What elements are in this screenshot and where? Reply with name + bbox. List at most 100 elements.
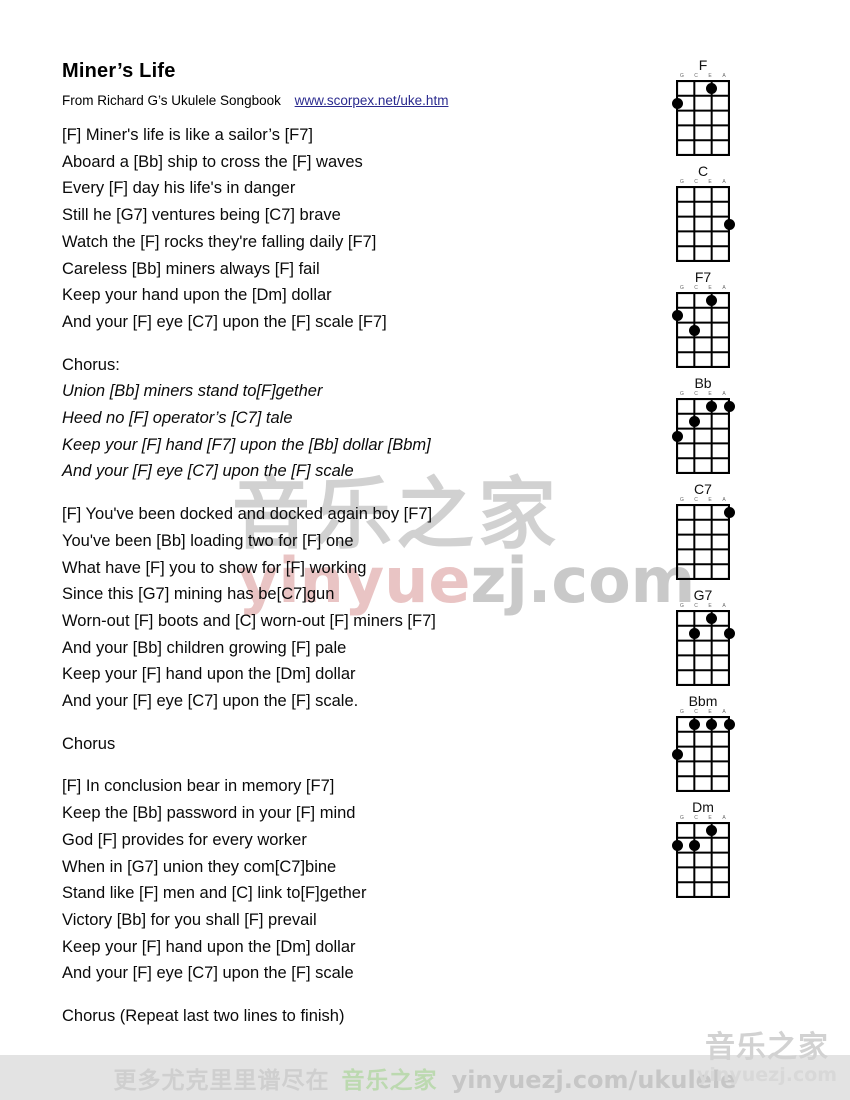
footer-content: 更多尤克里里谱尽在 音乐之家 yinyuezj.com/ukulele (114, 1061, 737, 1095)
chord-diagram-C7: C7 G C E A (655, 482, 751, 580)
lyric-line: What have [F] you to show for [F] workin… (62, 558, 367, 577)
fretboard-grid (671, 398, 735, 474)
page-title: Miner’s Life (62, 60, 176, 82)
chorus-1: Chorus: Union [Bb] miners stand to[F]geth… (62, 352, 622, 486)
string-label: E (708, 709, 712, 715)
lyric-line: You've been [Bb] loading two for [F] one (62, 531, 354, 550)
string-label: A (722, 603, 726, 609)
lyric-line: And your [F] eye [C7] upon the [F] scale (62, 964, 354, 983)
fretboard-grid (676, 504, 735, 580)
footer-brand: 音乐之家 (341, 1067, 438, 1094)
string-label: E (708, 497, 712, 503)
lyric-line: Careless [Bb] miners always [F] fail (62, 259, 320, 278)
string-label: C (694, 73, 698, 79)
chord-dot (706, 718, 718, 730)
lyric-line: When in [G7] union they com[C7]bine (62, 857, 337, 876)
string-label: A (722, 815, 726, 821)
credit-text: From Richard G’s Ukulele Songbook (62, 93, 281, 108)
string-label: G (680, 497, 684, 503)
chord-dot (671, 748, 683, 760)
chord-diagram-Dm: Dm G C E A (655, 800, 751, 898)
footer-cn-text: 更多尤克里里谱尽在 (113, 1067, 330, 1094)
string-labels: GCEA (676, 391, 730, 398)
chord-dot (671, 97, 683, 109)
lyric-line: Worn-out [F] boots and [C] worn-out [F] … (62, 611, 436, 630)
chord-name: C7 (694, 481, 712, 497)
lyric-line: And your [F] eye [C7] upon the [F] scale… (62, 692, 359, 711)
string-labels: GCEA (676, 815, 730, 822)
fretboard-grid (671, 822, 730, 898)
lyric-line: Keep your [F] hand upon the [Dm] dollar (62, 937, 356, 956)
chord-dot (688, 627, 700, 639)
chord-name: Dm (692, 799, 714, 815)
string-labels: GCEA (676, 73, 730, 80)
string-label: E (708, 285, 712, 291)
verse-2: [F] You've been docked and docked again … (62, 501, 622, 715)
lyric-line: Since this [G7] mining has be[C7]gun (62, 585, 335, 604)
chord-dot (706, 612, 718, 624)
lyric-line: Still he [G7] ventures being [C7] brave (62, 206, 341, 225)
songbook-link[interactable]: www.scorpex.net/uke.htm (295, 93, 449, 108)
chord-name: F7 (694, 269, 712, 285)
lyric-line: Victory [Bb] for you shall [F] prevail (62, 910, 317, 929)
chord-dot (706, 294, 718, 306)
chord-name: C (697, 163, 709, 179)
lyric-line: Keep the [Bb] password in your [F] mind (62, 804, 356, 823)
string-label: C (694, 179, 698, 185)
footer-url: yinyuezj.com/ukulele (451, 1065, 737, 1094)
lyric-line: [F] You've been docked and docked again … (62, 505, 433, 524)
chord-dot (706, 824, 718, 836)
string-label: G (680, 603, 684, 609)
string-label: G (680, 815, 684, 821)
fretboard-grid (671, 292, 730, 368)
chord-dot (723, 218, 735, 230)
string-label: E (708, 179, 712, 185)
lyric-line: Union [Bb] miners stand to[F]gether (62, 382, 323, 401)
string-label: A (722, 391, 726, 397)
songsheet-page: 音乐之家 yinyuezj.com Miner’s Life From Rich… (0, 0, 850, 1100)
chord-name: G7 (693, 587, 713, 603)
chorus-3-label: Chorus (Repeat last two lines to finish) (62, 1007, 345, 1026)
song-content: Miner’s Life From Richard G’s Ukulele So… (62, 60, 622, 1046)
chord-dot (723, 506, 735, 518)
chord-dot (671, 430, 683, 442)
chorus-2: Chorus (62, 731, 622, 758)
chorus-1-label: Chorus: (62, 355, 120, 374)
fretboard-grid (671, 80, 730, 156)
chord-dot (671, 839, 683, 851)
chorus-3: Chorus (Repeat last two lines to finish) (62, 1003, 622, 1030)
chorus-2-label: Chorus (62, 734, 116, 753)
string-label: E (708, 815, 712, 821)
fretboard-grid (671, 716, 735, 792)
string-labels: GCEA (676, 179, 730, 186)
string-label: C (694, 497, 698, 503)
string-label: A (722, 497, 726, 503)
string-label: C (694, 603, 698, 609)
lyric-line: And your [F] eye [C7] upon the [F] scale (62, 462, 354, 481)
footer-banner: 更多尤克里里谱尽在 音乐之家 yinyuezj.com/ukulele (0, 1055, 850, 1100)
chord-name: Bb (694, 375, 712, 391)
string-label: C (694, 709, 698, 715)
lyric-line: God [F] provides for every worker (62, 830, 307, 849)
credit-line: From Richard G’s Ukulele Songbook www.sc… (62, 93, 622, 108)
string-labels: GCEA (676, 709, 730, 716)
string-label: C (694, 391, 698, 397)
lyric-line: And your [Bb] children growing [F] pale (62, 638, 347, 657)
string-label: G (680, 709, 684, 715)
chord-name: Bbm (688, 693, 718, 709)
lyric-line: Keep your [F] hand [F7] upon the [Bb] do… (62, 435, 431, 454)
chord-dot (723, 400, 735, 412)
string-label: E (708, 391, 712, 397)
string-label: E (708, 73, 712, 79)
chord-dot (671, 309, 683, 321)
string-label: A (722, 73, 726, 79)
lyric-line: Keep your [F] hand upon the [Dm] dollar (62, 665, 356, 684)
chord-diagram-column: F G C E A C G C E A F7 G C E A Bb G C E A C7 G C E A G7 G C E A Bbm G C E… (655, 58, 765, 906)
chord-diagram-F7: F7 G C E A (655, 270, 751, 368)
chord-dot (688, 718, 700, 730)
chord-diagram-F: F G C E A (655, 58, 751, 156)
fretboard-grid (676, 610, 735, 686)
chord-diagram-Bb: Bb G C E A (655, 376, 751, 474)
chord-diagram-Bbm: Bbm G C E A (655, 694, 751, 792)
string-label: G (680, 285, 684, 291)
